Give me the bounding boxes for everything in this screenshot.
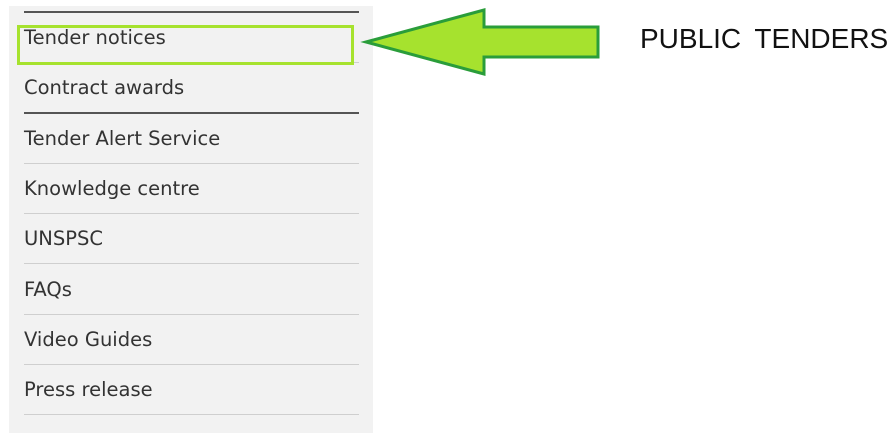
- menu-item-label: Press release: [24, 378, 153, 402]
- menu-item-unspsc[interactable]: UNSPSC: [24, 214, 359, 265]
- annotation-arrow: [360, 8, 600, 76]
- highlight-box-tender-notices: [17, 25, 354, 65]
- menu-item-faqs[interactable]: FAQs: [24, 264, 359, 315]
- menu-item-contract-awards[interactable]: Contract awards: [24, 63, 359, 114]
- menu-item-label: UNSPSC: [24, 227, 103, 251]
- menu-item-label: Knowledge centre: [24, 177, 200, 201]
- left-arrow-icon: [360, 8, 600, 76]
- menu-item-label: Video Guides: [24, 327, 153, 351]
- menu-item-label: Tender Alert Service: [24, 126, 221, 150]
- sidebar-menu-list: Tender notices Contract awards Tender Al…: [24, 11, 359, 416]
- menu-item-press-release[interactable]: Press release: [24, 365, 359, 416]
- menu-item-video-guides[interactable]: Video Guides: [24, 315, 359, 366]
- menu-item-label: Contract awards: [24, 75, 185, 99]
- menu-item-label: FAQs: [24, 277, 72, 301]
- menu-item-tender-alert-service[interactable]: Tender Alert Service: [24, 114, 359, 164]
- menu-item-knowledge-centre[interactable]: Knowledge centre: [24, 164, 359, 215]
- public-tenders-annotation: PUBLIC TENDERS: [640, 23, 887, 54]
